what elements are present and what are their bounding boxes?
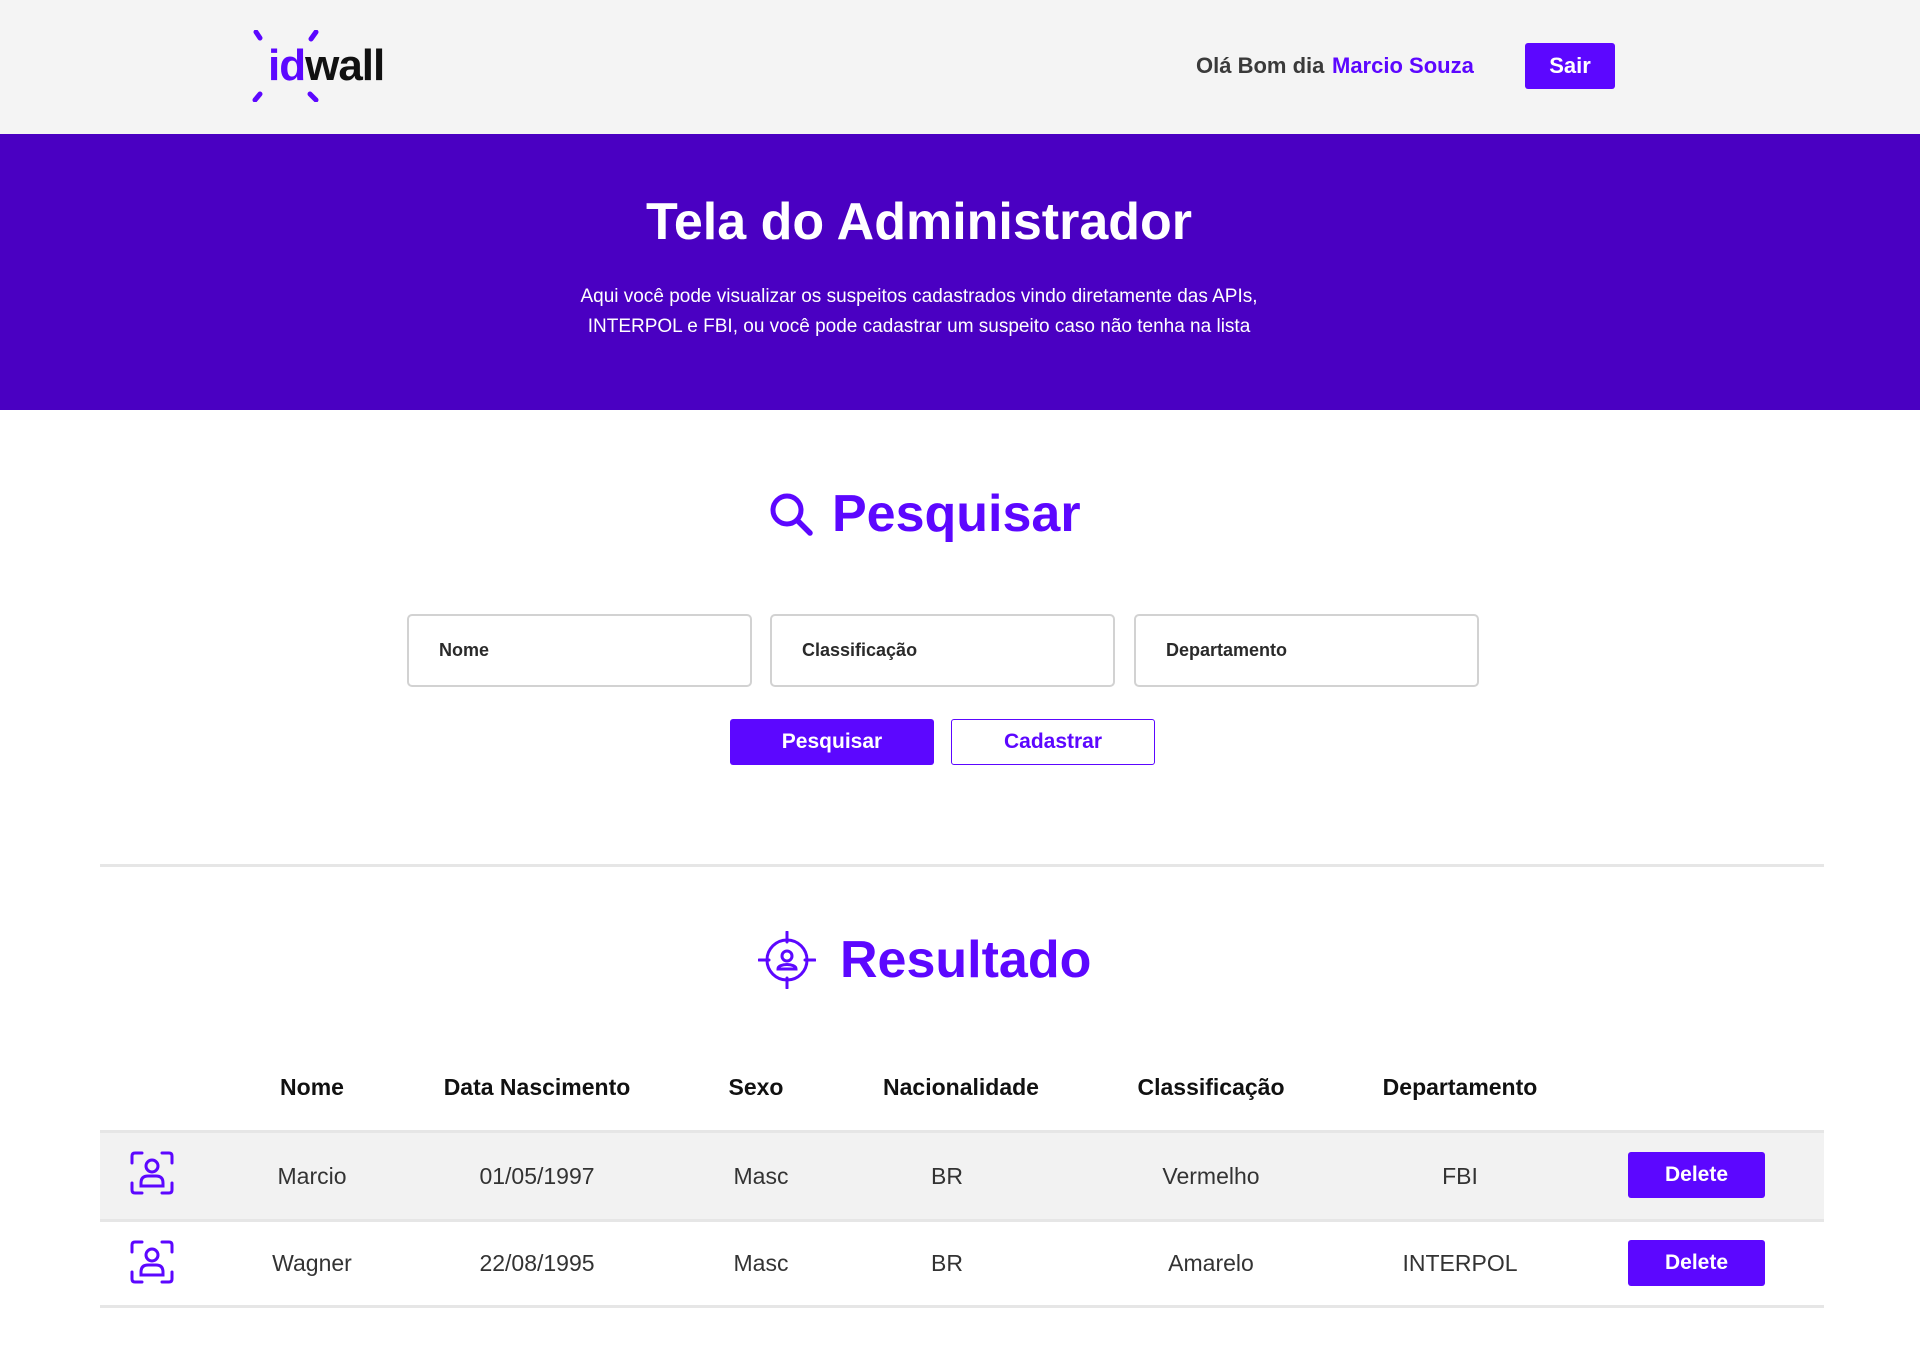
logout-button[interactable]: Sair	[1525, 43, 1615, 89]
register-button[interactable]: Cadastrar	[951, 719, 1155, 765]
search-section-header: Pesquisar	[768, 484, 1081, 544]
cell-nacionalidade: BR	[931, 1250, 963, 1276]
departamento-input[interactable]	[1134, 614, 1479, 687]
page-description: Aqui você pode visualizar os suspeitos c…	[519, 282, 1319, 342]
column-header-sexo: Sexo	[728, 1074, 784, 1100]
search-icon	[770, 493, 813, 536]
nome-input[interactable]	[407, 614, 752, 687]
delete-button[interactable]: Delete	[1628, 1240, 1765, 1286]
page-title: Tela do Administrador	[645, 193, 1193, 251]
cell-departamento: FBI	[1442, 1162, 1478, 1189]
search-button[interactable]: Pesquisar	[730, 719, 934, 765]
results-title: Resultado	[840, 931, 1092, 989]
table-row: Wagner 22/08/1995 Masc BR Amarelo INTERP…	[100, 1219, 1824, 1308]
cell-data-nascimento: 22/08/1995	[479, 1250, 595, 1276]
top-header: idwall Olá Bom dia Marcio Souza Sair	[0, 0, 1920, 134]
column-header-nome: Nome	[280, 1074, 344, 1100]
description-line-1: Aqui você pode visualizar os suspeitos c…	[580, 286, 1258, 307]
cell-classificacao: Vermelho	[1162, 1162, 1260, 1189]
column-header-departamento: Departamento	[1382, 1074, 1538, 1100]
greeting-text: Olá Bom dia	[1196, 53, 1325, 78]
cell-nacionalidade: BR	[931, 1162, 963, 1189]
user-scan-icon	[130, 1151, 174, 1195]
logo-id: id	[268, 41, 306, 90]
results-section-header: Resultado	[758, 930, 1091, 990]
table-row: Marcio 01/05/1997 Masc BR Vermelho FBI D…	[100, 1130, 1824, 1219]
idwall-logo-text[interactable]: idwall	[268, 40, 385, 92]
user-name: Marcio Souza	[1332, 53, 1474, 78]
target-person-icon	[758, 931, 816, 989]
delete-button[interactable]: Delete	[1628, 1152, 1765, 1198]
section-divider	[100, 864, 1824, 867]
cell-classificacao: Amarelo	[1168, 1250, 1254, 1276]
column-header-nacionalidade: Nacionalidade	[883, 1074, 1039, 1100]
cell-departamento: INTERPOL	[1402, 1250, 1518, 1276]
description-line-2: INTERPOL e FBI, ou você pode cadastrar u…	[587, 316, 1251, 337]
search-title: Pesquisar	[832, 485, 1081, 543]
hero-banner: Tela do Administrador Aqui você pode vis…	[0, 134, 1920, 410]
cell-data-nascimento: 01/05/1997	[479, 1162, 595, 1189]
column-header-data-nascimento: Data Nascimento	[443, 1074, 631, 1100]
logo-wall: wall	[305, 41, 385, 90]
classificacao-input[interactable]	[770, 614, 1115, 687]
cell-nome: Marcio	[277, 1162, 347, 1189]
column-header-classificacao: Classificação	[1137, 1074, 1285, 1100]
cell-sexo: Masc	[733, 1250, 789, 1276]
user-scan-icon	[130, 1240, 174, 1284]
cell-sexo: Masc	[733, 1162, 789, 1189]
cell-nome: Wagner	[272, 1250, 352, 1276]
